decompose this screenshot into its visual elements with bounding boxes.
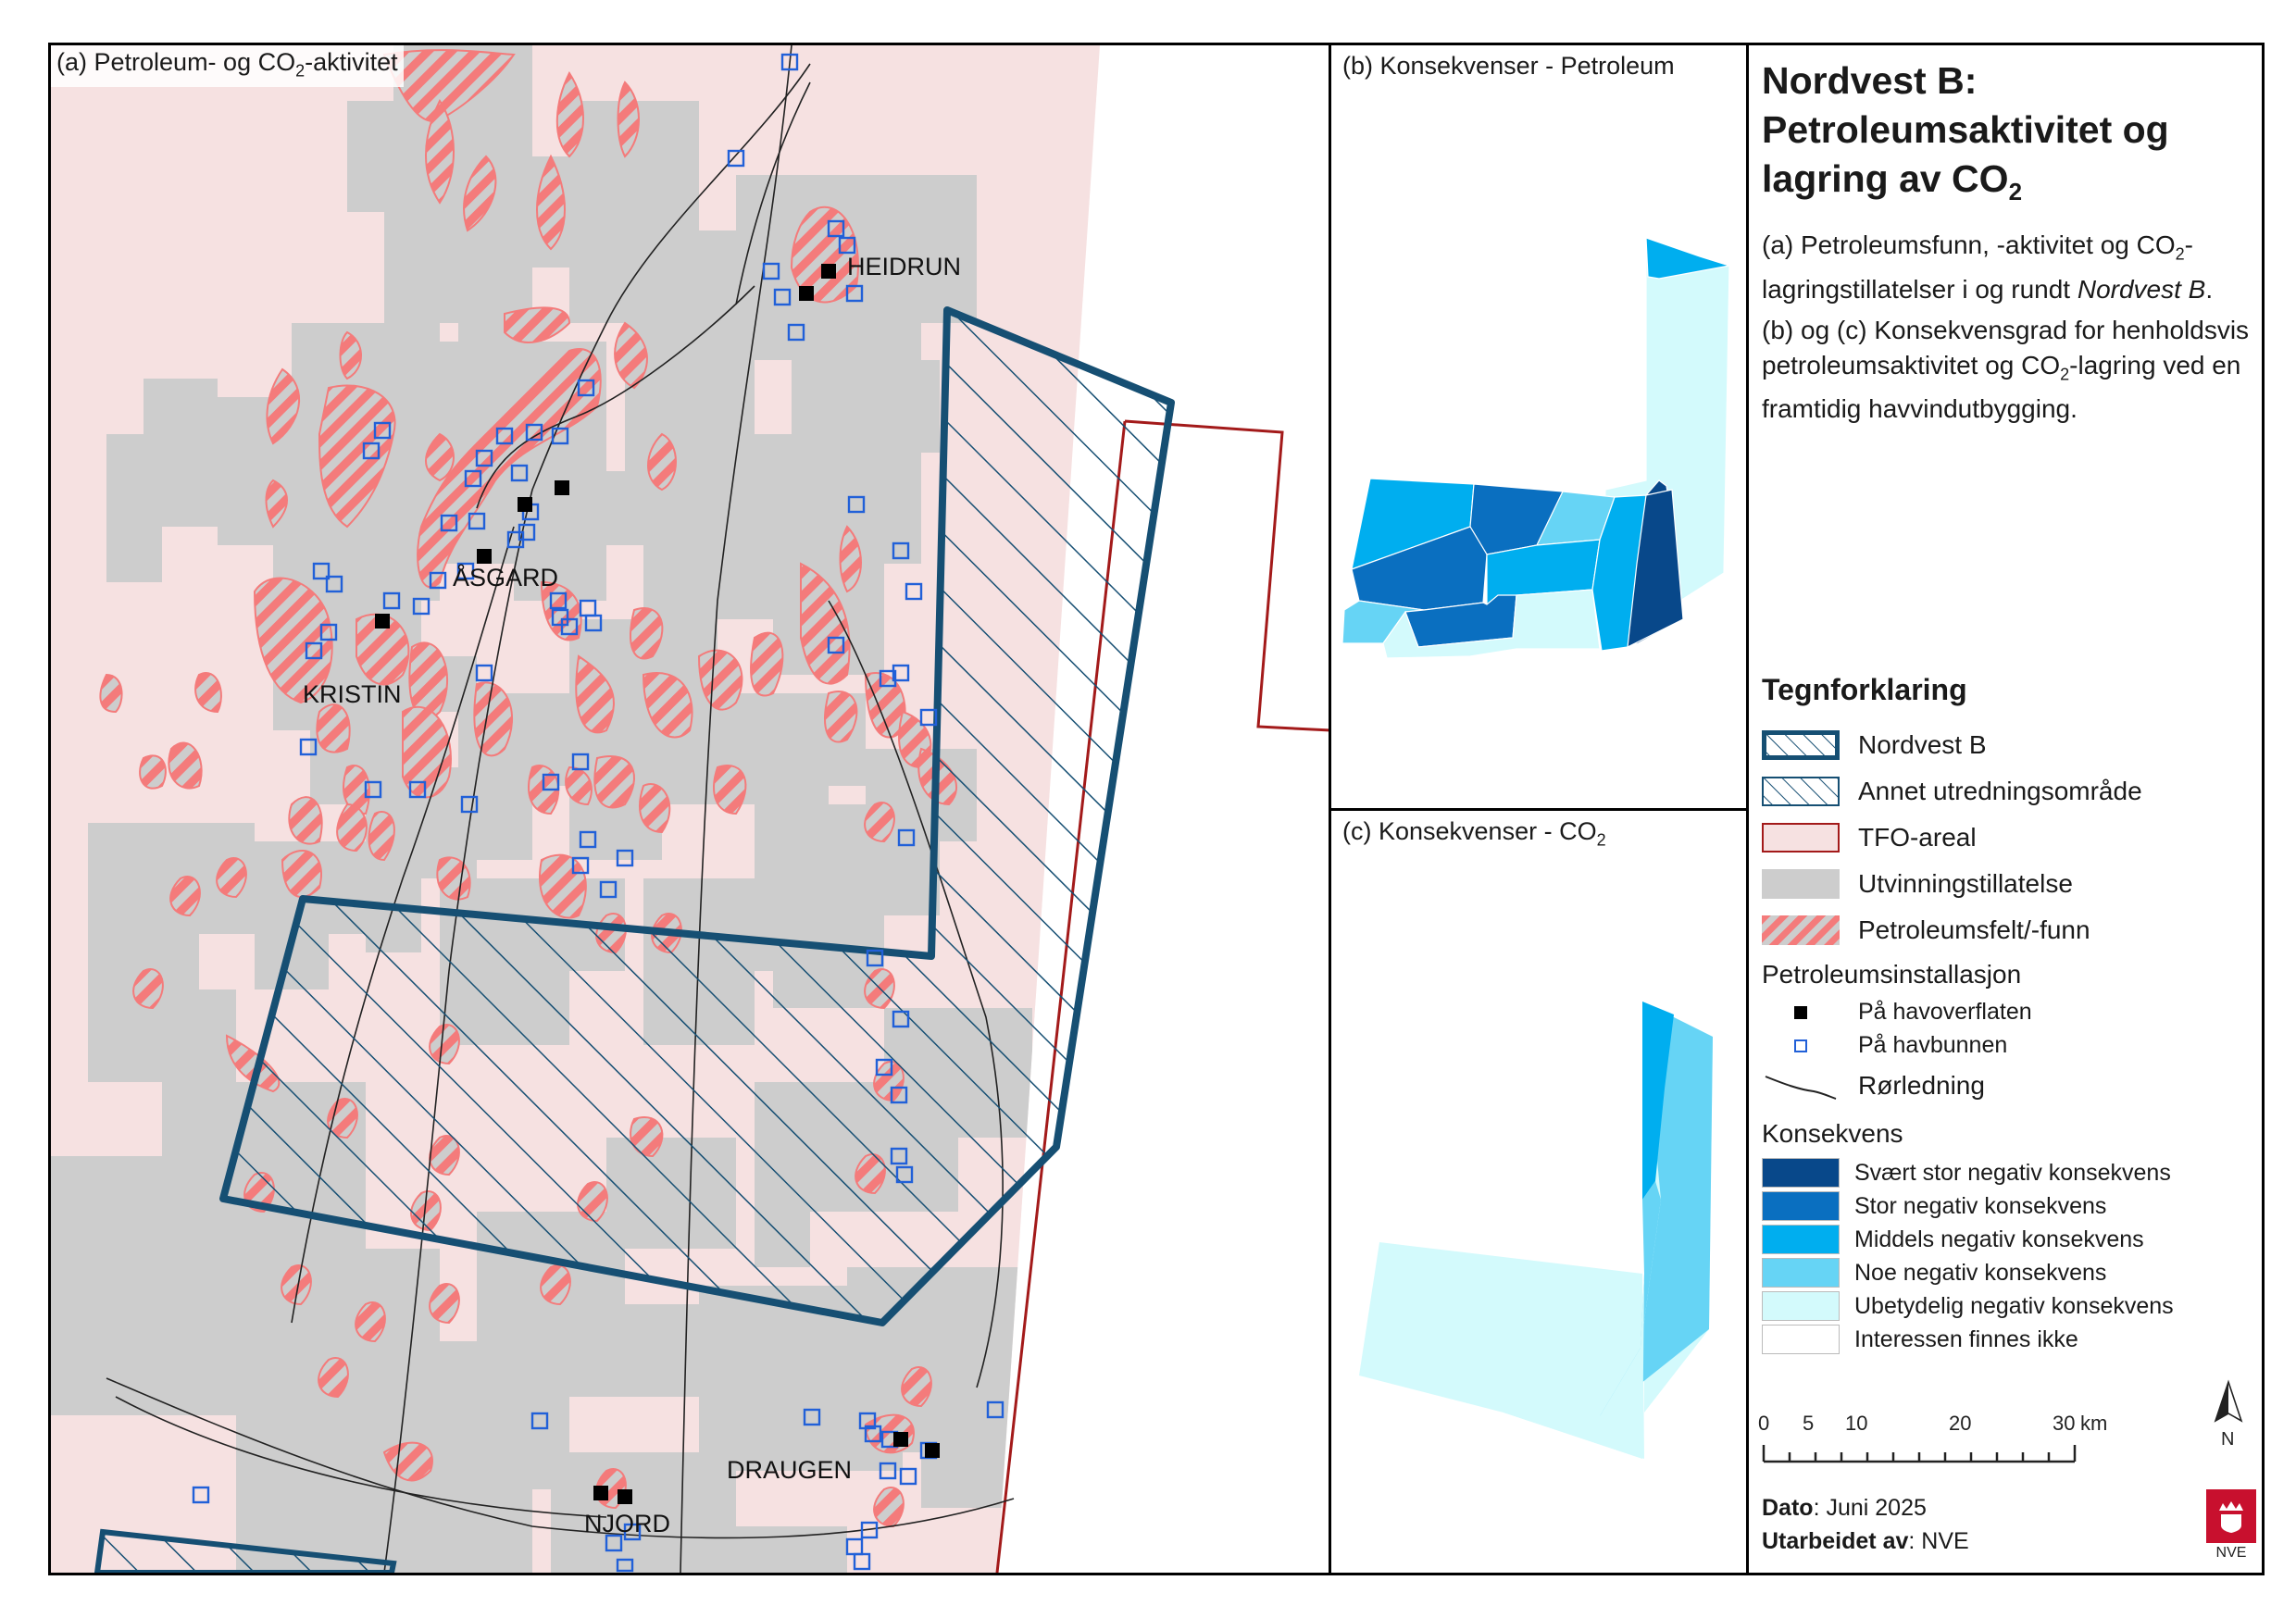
legend-havoverflaten: På havoverflaten (1762, 999, 2032, 1026)
legend-panel: Nordvest B: Petroleumsaktivitet og lagri… (1746, 43, 2265, 1575)
main-title: Nordvest B: Petroleumsaktivitet og lagri… (1762, 59, 2169, 206)
pipeline-icon (1765, 1076, 1837, 1100)
scale-tick-0: 0 (1758, 1412, 1769, 1435)
description: (a) Petroleumsfunn, -aktivitet og CO2-la… (1762, 228, 2252, 427)
konsekvens-swatch (1762, 1325, 1840, 1354)
scale-bar: 0 5 10 20 30 km (1758, 1412, 2107, 1463)
legend-havbunnen: På havbunnen (1762, 1032, 2007, 1059)
tfo-swatch (1762, 823, 1840, 853)
legend-tfo: TFO-areal (1762, 823, 1977, 853)
description-a: (a) Petroleumsfunn, -aktivitet og CO2-la… (1762, 230, 2214, 304)
konsekvens-swatch (1762, 1158, 1840, 1188)
konsekvens-item-3: Noe negativ konsekvens (1762, 1258, 2106, 1288)
konsekvens-swatch (1762, 1225, 1840, 1254)
scale-unit: km (2080, 1412, 2107, 1435)
konsekvens-swatch (1762, 1258, 1840, 1288)
panel-c-map: (c) Konsekvenser - CO2 (1329, 808, 1749, 1575)
legend-heading: Tegnforklaring (1762, 673, 1967, 706)
konsekvens-item-2: Middels negativ konsekvens (1762, 1225, 2144, 1254)
north-arrow-icon: N (2214, 1379, 2243, 1450)
legend-petroleumsfelt: Petroleumsfelt/-funn (1762, 915, 2090, 945)
legend-rorledning: Rørledning (1762, 1071, 1985, 1101)
nve-logo-text: NVE (2215, 1545, 2247, 1561)
label-njord: NJORD (584, 1510, 670, 1537)
subsea-installation-icon (1762, 1039, 1840, 1052)
konsekvens-item-4: Ubetydelig negativ konsekvens (1762, 1291, 2174, 1321)
author-line: Utarbeidet av: NVE (1762, 1528, 1969, 1554)
panel-b-map: (b) Konsekvenser - Petroleum (1329, 43, 1749, 811)
north-label: N (2221, 1429, 2234, 1450)
utvinning-swatch (1762, 869, 1840, 899)
konsekvens-item-1: Stor negativ konsekvens (1762, 1191, 2106, 1221)
installasjon-heading: Petroleumsinstallasjon (1762, 960, 2022, 989)
petroleumsfelt-swatch (1762, 915, 1840, 945)
konsekvens-swatch (1762, 1291, 1840, 1321)
label-kristin: KRISTIN (303, 680, 402, 708)
konsekvens-item-5: Interessen finnes ikke (1762, 1325, 2078, 1354)
panel-a-title: (a) Petroleum- og CO2-aktivitet (51, 45, 404, 88)
label-heidrun: HEIDRUN (847, 253, 961, 280)
panel-a-svg: HEIDRUN ÅSGARD KRISTIN DRAUGEN NJORD (51, 45, 1329, 1573)
panel-b-svg (1341, 237, 1730, 659)
scale-tick-5: 5 (1803, 1412, 1814, 1435)
nve-logo-shield (2206, 1489, 2256, 1543)
legend-annet: Annet utredningsområde (1762, 777, 2142, 806)
description-bc: (b) og (c) Konsekvensgrad for henholdsvi… (1762, 315, 2250, 424)
date-line: Dato: Juni 2025 (1762, 1495, 1927, 1521)
label-draugen: DRAUGEN (727, 1456, 852, 1484)
nordvest-b-swatch (1762, 730, 1840, 760)
crown-icon (2219, 1501, 2243, 1533)
konsekvens-item-0: Svært stor negativ konsekvens (1762, 1158, 2171, 1188)
legend-nordvest-b: Nordvest B (1762, 730, 1987, 760)
legend-utvinning: Utvinningstillatelse (1762, 869, 2073, 899)
scale-tick-30: 30 (2053, 1412, 2075, 1435)
nve-logo: NVE (2206, 1489, 2256, 1563)
scale-tick-20: 20 (1949, 1412, 1971, 1435)
surface-installation-icon (1762, 1005, 1840, 1019)
scale-tick-10: 10 (1845, 1412, 1867, 1435)
panel-c-svg (1359, 1002, 1713, 1459)
konsekvens-heading: Konsekvens (1762, 1119, 1903, 1148)
annet-swatch (1762, 777, 1840, 806)
konsekvens-swatch (1762, 1191, 1840, 1221)
panel-a-map: HEIDRUN ÅSGARD KRISTIN DRAUGEN NJORD (a)… (48, 43, 1331, 1575)
label-asgard: ÅSGARD (453, 563, 558, 591)
